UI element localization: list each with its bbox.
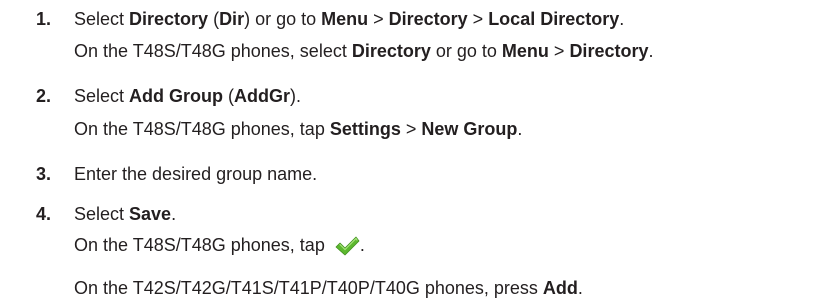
step-2-ui-term-addgr: AddGr bbox=[234, 86, 291, 106]
step-2-text: Select Add Group (AddGr). bbox=[74, 85, 301, 107]
step-1-ui-term-directory-2: Directory bbox=[388, 9, 468, 29]
step-1-number: 1. bbox=[36, 9, 52, 29]
step-2-note-part: > bbox=[400, 119, 422, 139]
step-2-note-ui-term-new-group: New Group bbox=[421, 119, 518, 139]
step-4-note-part: On the T48S/T48G phones, tap bbox=[74, 235, 330, 255]
step-1-ui-term-dir: Dir bbox=[219, 9, 245, 29]
step-3-text-part: Enter the desired group name. bbox=[74, 164, 318, 184]
step-1-note-part: . bbox=[648, 41, 654, 61]
step-1-text-part: . bbox=[619, 9, 625, 29]
step-1-text-part: > bbox=[467, 9, 489, 29]
step-1-ui-term-menu: Menu bbox=[321, 9, 369, 29]
step-4-note-2-ui-term-add: Add bbox=[542, 278, 578, 298]
step-4-note-part: . bbox=[359, 235, 365, 255]
step-4-note-2-part: . bbox=[577, 278, 583, 298]
step-2-ui-term-add-group: Add Group bbox=[129, 86, 224, 106]
step-1-text-part: ) or go to bbox=[244, 9, 322, 29]
step-4-text-part: Select bbox=[74, 204, 130, 224]
step-1-note-ui-term-directory: Directory bbox=[351, 41, 431, 61]
step-4-text: Select Save. bbox=[74, 203, 176, 225]
step-1-note: On the T48S/T48G phones, select Director… bbox=[74, 40, 653, 62]
checkmark-icon-svg bbox=[335, 236, 360, 256]
step-2-note-part: On the T48S/T48G phones, tap bbox=[74, 119, 330, 139]
step-3-number: 3. bbox=[36, 164, 52, 184]
step-3-text: Enter the desired group name. bbox=[74, 163, 317, 185]
step-4-number: 4. bbox=[36, 204, 52, 224]
checkmark-icon bbox=[334, 235, 360, 257]
step-1-note-part: > bbox=[548, 41, 570, 61]
step-4-note: On the T48S/T48G phones, tap . bbox=[74, 234, 365, 257]
step-1-note-part: or go to bbox=[430, 41, 502, 61]
step-2-text-part: Select bbox=[74, 86, 130, 106]
step-1-note-part: On the T48S/T48G phones, select bbox=[74, 41, 352, 61]
step-2-note-part: . bbox=[517, 119, 523, 139]
step-1-text: Select Directory (Dir) or go to Menu > D… bbox=[74, 8, 624, 30]
instruction-document: 1. Select Directory (Dir) or go to Menu … bbox=[0, 0, 825, 307]
step-2-number: 2. bbox=[36, 86, 52, 106]
step-1-note-ui-term-directory-2: Directory bbox=[569, 41, 649, 61]
step-2-text-part: ). bbox=[290, 86, 302, 106]
step-2-note: On the T48S/T48G phones, tap Settings > … bbox=[74, 118, 522, 140]
step-1-text-part: ( bbox=[208, 9, 220, 29]
step-1-text-part: Select bbox=[74, 9, 130, 29]
step-2-text-part: ( bbox=[223, 86, 235, 106]
step-4-note-2-part: On the T42S/T42G/T41S/T41P/T40P/T40G pho… bbox=[74, 278, 543, 298]
step-1-note-ui-term-menu: Menu bbox=[501, 41, 549, 61]
step-2-note-ui-term-settings: Settings bbox=[329, 119, 401, 139]
step-4-note-2: On the T42S/T42G/T41S/T41P/T40P/T40G pho… bbox=[74, 277, 583, 299]
step-1-ui-term-directory: Directory bbox=[129, 9, 209, 29]
step-1-ui-term-local-directory: Local Directory bbox=[488, 9, 620, 29]
step-4-ui-term-save: Save bbox=[129, 204, 172, 224]
step-4-text-part: . bbox=[171, 204, 177, 224]
step-1-text-part: > bbox=[368, 9, 389, 29]
